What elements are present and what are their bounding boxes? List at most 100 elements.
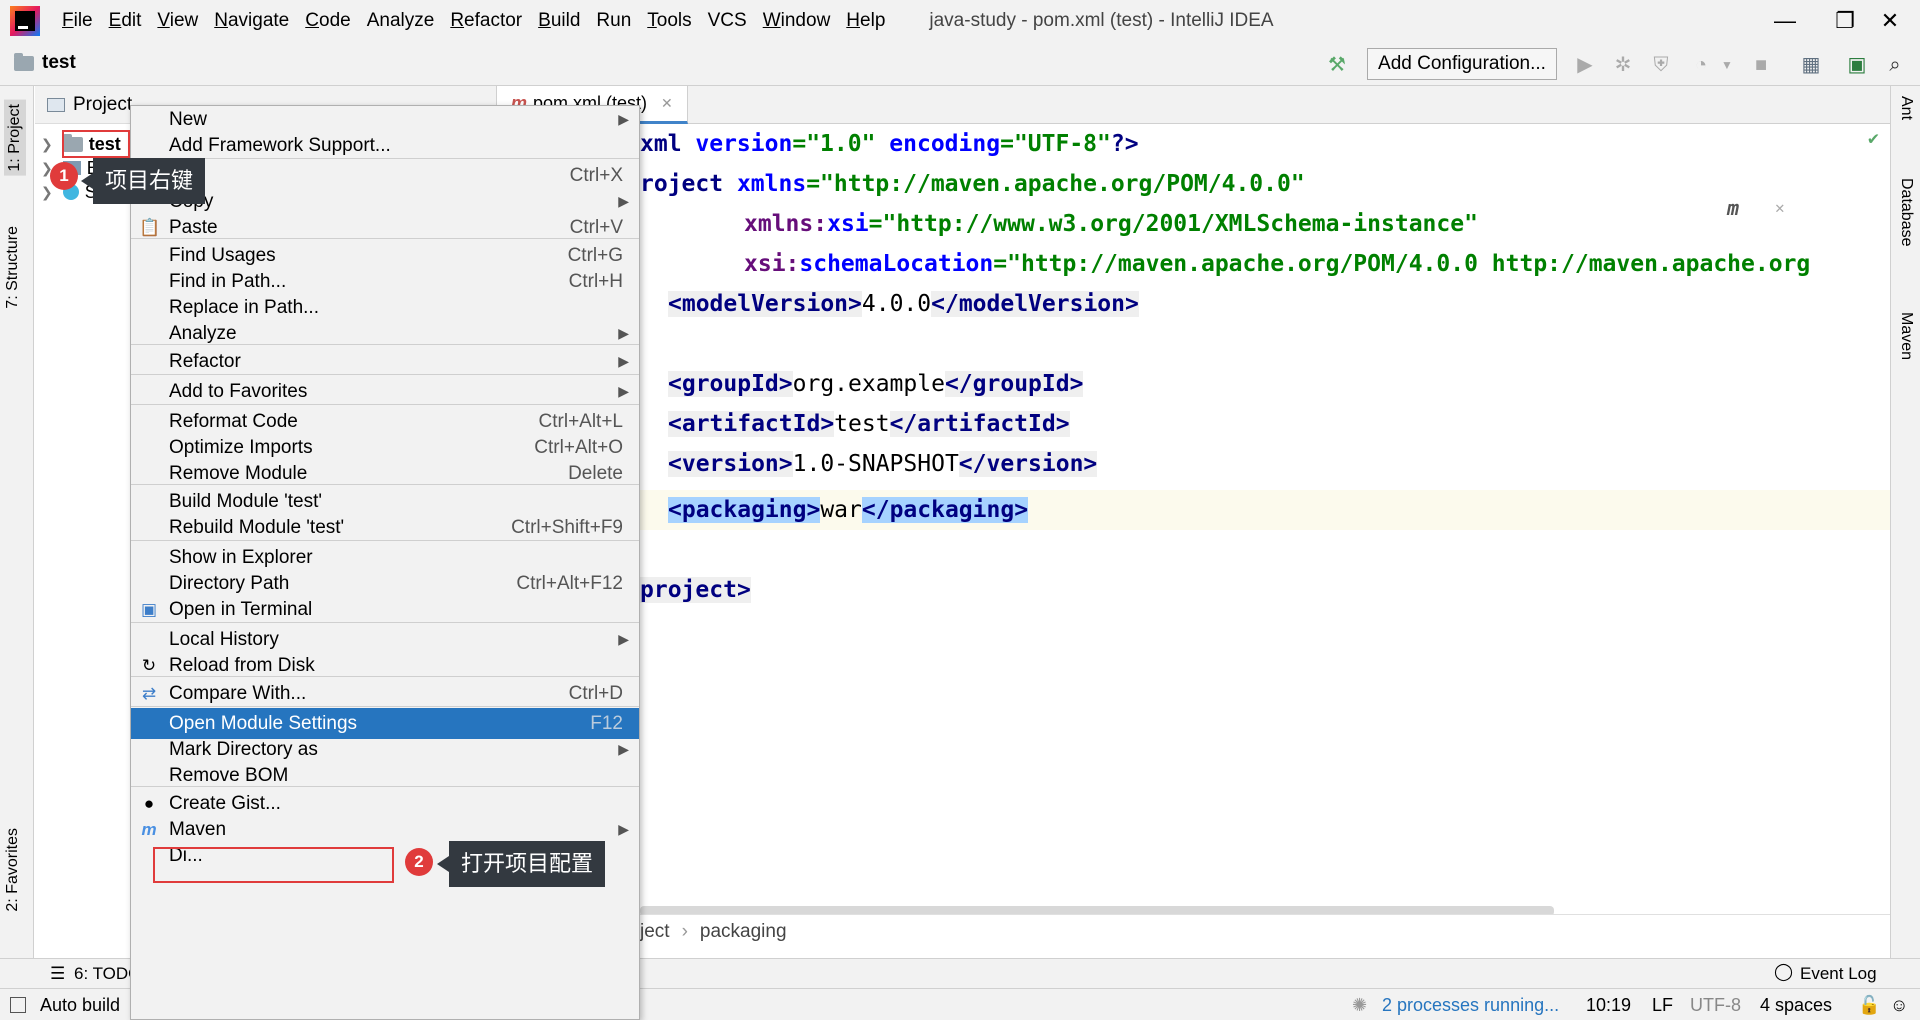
menu-item-label: Paste <box>169 217 218 238</box>
code-editor[interactable]: xml version="1.0" encoding="UTF-8"?> roj… <box>497 124 1890 914</box>
menu-item-label: Open in Terminal <box>169 599 313 620</box>
profile-icon[interactable]: ◔ <box>1690 54 1712 76</box>
context-menu-item-paste[interactable]: 📋 Paste Ctrl+V <box>131 212 639 243</box>
menu-vcs[interactable]: VCS <box>700 0 755 42</box>
run-icon[interactable]: ▶ <box>1574 54 1596 76</box>
left-tool-stripe: 1: Project 7: Structure 2: Favorites <box>0 86 34 984</box>
menu-code[interactable]: Code <box>297 0 358 42</box>
menu-tools[interactable]: Tools <box>639 0 699 42</box>
context-menu-item-add-framework-support[interactable]: Add Framework Support... <box>131 130 639 161</box>
menu-item-shortcut: Ctrl+Shift+F9 <box>511 517 623 538</box>
coverage-icon[interactable]: ⛨ <box>1650 54 1672 76</box>
code-line-10: <packaging>war</packaging> <box>668 497 1029 523</box>
close-tab-icon[interactable]: ✕ <box>661 95 673 112</box>
project-view-icon <box>47 97 65 112</box>
ant-tool-tab[interactable]: Ant <box>1897 96 1915 120</box>
menu-item-icon: m <box>141 820 157 839</box>
menu-analyze[interactable]: Analyze <box>359 0 443 42</box>
build-hammer-icon[interactable]: ⚒ <box>1326 54 1348 76</box>
chevron-down-icon[interactable]: ▼ <box>1716 54 1738 76</box>
menu-refactor[interactable]: Refactor <box>442 0 530 42</box>
inspector-icon[interactable]: ☺ <box>1890 995 1908 1016</box>
close-icon[interactable]: ✕ <box>1775 198 1785 217</box>
code-line-12: project> <box>640 577 751 603</box>
structure-tool-tab[interactable]: 7: Structure <box>4 226 22 309</box>
code-line-5: <modelVersion>4.0.0</modelVersion> <box>668 291 1139 317</box>
context-menu-item-refactor[interactable]: Refactor ▶ <box>131 346 639 377</box>
context-menu-item-rebuild-module-test[interactable]: Rebuild Module 'test' Ctrl+Shift+F9 <box>131 512 639 543</box>
project-tool-tab[interactable]: 1: Project <box>4 100 26 176</box>
stop-icon[interactable]: ■ <box>1750 54 1772 76</box>
menu-navigate[interactable]: Navigate <box>206 0 297 42</box>
menu-item-icon: ● <box>143 794 155 813</box>
menu-item-icon: 📋 <box>139 218 161 237</box>
minimize-button[interactable]: — <box>1755 0 1815 42</box>
menu-build[interactable]: Build <box>530 0 588 42</box>
context-menu-item-analyze[interactable]: Analyze ▶ <box>131 318 639 349</box>
annotation-badge-2: 2 <box>405 848 433 876</box>
menu-help[interactable]: Help <box>838 0 893 42</box>
add-configuration-button[interactable]: Add Configuration... <box>1367 48 1557 80</box>
breadcrumb-item[interactable]: ject <box>640 921 670 943</box>
caret-position[interactable]: 10:19 <box>1586 995 1631 1016</box>
context-menu-item-add-to-favorites[interactable]: Add to Favorites ▶ <box>131 376 639 407</box>
indent-setting[interactable]: 4 spaces <box>1760 995 1832 1016</box>
nav-project-crumb[interactable]: test <box>14 52 76 74</box>
menu-item-label: Rebuild Module 'test' <box>169 517 345 538</box>
close-button[interactable]: ✕ <box>1860 0 1920 42</box>
project-view-selector[interactable]: Project <box>73 94 132 116</box>
breadcrumb-item[interactable]: packaging <box>700 921 787 943</box>
menu-item-label: Add Framework Support... <box>169 135 391 156</box>
debug-icon[interactable]: ✲ <box>1612 54 1634 76</box>
check-icon: ✔ <box>1868 128 1879 149</box>
database-tool-tab[interactable]: Database <box>1897 178 1915 247</box>
event-log-tab[interactable]: Event Log <box>1800 964 1877 984</box>
file-encoding[interactable]: UTF-8 <box>1690 995 1741 1016</box>
menu-run[interactable]: Run <box>588 0 639 42</box>
menu-file[interactable]: File <box>54 0 101 42</box>
menu-item-label: Reload from Disk <box>169 655 315 676</box>
line-separator[interactable]: LF <box>1652 995 1673 1016</box>
menu-item-icon: ↻ <box>141 656 157 675</box>
search-icon[interactable]: ⌕ <box>1884 54 1906 76</box>
chevron-right-icon[interactable]: ❯ <box>41 136 53 153</box>
status-left-text: Auto build <box>40 995 121 1015</box>
project-structure-icon[interactable]: ▦ <box>1800 54 1822 76</box>
code-line-9: <version>1.0-SNAPSHOT</version> <box>668 451 1098 477</box>
code-line-3: xmlns:xsi="http://www.w3.org/2001/XMLSch… <box>744 211 1478 237</box>
title-bar: File Edit View Navigate Code Analyze Refactor B… <box>0 0 1920 42</box>
context-menu-item-remove-module[interactable]: Remove Module Delete <box>131 458 639 489</box>
folder-icon <box>14 52 34 71</box>
menu-item-label: Compare With... <box>169 683 307 704</box>
menu-edit[interactable]: Edit <box>101 0 150 42</box>
maven-tool-tab[interactable]: Maven <box>1897 312 1915 360</box>
menu-item-shortcut: Ctrl+V <box>569 217 623 238</box>
menu-item-label: Remove BOM <box>169 765 289 786</box>
favorites-tool-tab[interactable]: 2: Favorites <box>4 828 22 912</box>
context-menu-item-remove-bom[interactable]: Remove BOM <box>131 760 639 791</box>
submenu-arrow-icon: ▶ <box>618 325 629 341</box>
context-menu-item-compare-with[interactable]: ⇄ Compare With... Ctrl+D <box>131 678 639 709</box>
processes-link[interactable]: 2 processes running... <box>1382 995 1559 1016</box>
editor-tabs: m pom.xml (test) ✕ <box>497 86 1890 124</box>
menu-item-label: Refactor <box>169 351 241 372</box>
terminal-icon[interactable]: ▣ <box>1846 54 1868 76</box>
menu-window[interactable]: Window <box>755 0 839 42</box>
context-menu-item-reload-from-disk[interactable]: ↻ Reload from Disk <box>131 650 639 681</box>
intellij-logo-icon <box>10 6 40 36</box>
code-line-8: <artifactId>test</artifactId> <box>668 411 1070 437</box>
context-menu-item-open-in-terminal[interactable]: ▣ Open in Terminal <box>131 594 639 625</box>
menu-item-label: Remove Module <box>169 463 308 484</box>
maven-reload-icon[interactable]: m <box>1727 196 1739 220</box>
breadcrumb-separator: › <box>681 920 688 942</box>
submenu-arrow-icon: ▶ <box>618 383 629 399</box>
editor-breadcrumb: ject › packaging <box>497 914 1890 948</box>
chevron-right-icon[interactable]: ❯ <box>41 184 53 201</box>
window-title: java-study - pom.xml (test) - IntelliJ I… <box>929 10 1274 31</box>
lock-icon[interactable]: 🔓 <box>1858 995 1880 1016</box>
annotation-box-test-node <box>62 130 130 158</box>
menu-view[interactable]: View <box>149 0 206 42</box>
menu-item-shortcut: Ctrl+D <box>568 683 623 704</box>
code-line-7: <groupId>org.example</groupId> <box>668 371 1084 397</box>
status-toggle-icon[interactable] <box>10 997 26 1013</box>
